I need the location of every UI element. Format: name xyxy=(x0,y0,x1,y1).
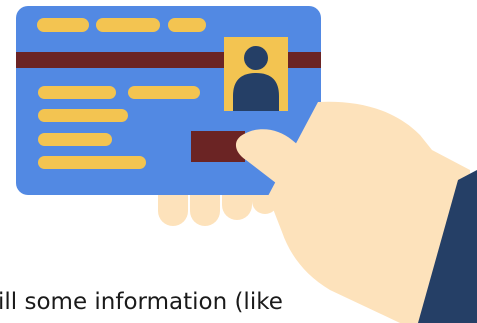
id-card-in-hand-illustration xyxy=(16,6,477,323)
card-info-bar-2 xyxy=(128,86,200,99)
card-header-bar-3 xyxy=(168,18,206,32)
card-header-bar-2 xyxy=(96,18,160,32)
card-info-bar-4 xyxy=(38,133,112,146)
card-header-bar-1 xyxy=(37,18,89,32)
card-info-bar-1 xyxy=(38,86,116,99)
card-info-bar-3 xyxy=(38,109,128,122)
id-card-illustration-scene: ill some information (like xyxy=(0,0,477,323)
caption-text: ill some information (like xyxy=(0,289,283,315)
card-info-bar-5 xyxy=(38,156,146,169)
